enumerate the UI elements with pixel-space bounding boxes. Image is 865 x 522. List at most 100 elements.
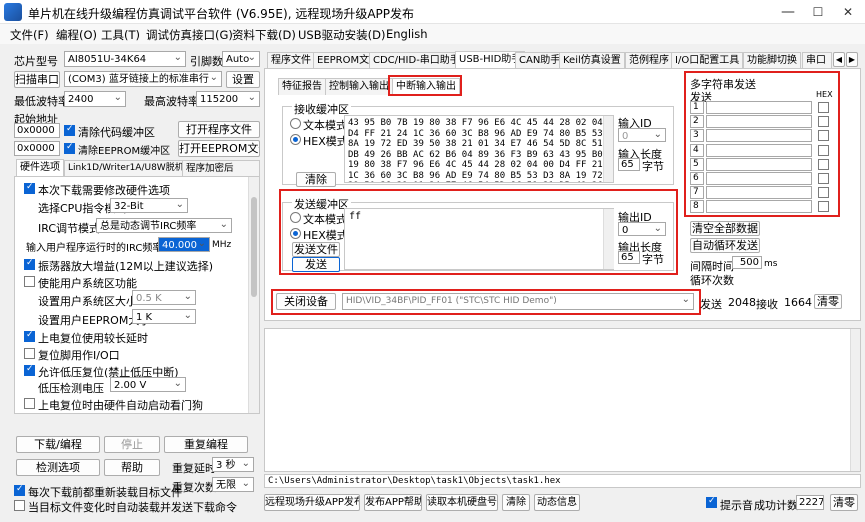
menu-debug[interactable]: 调试仿真接口(G) <box>146 27 233 43</box>
options-scrollbar[interactable] <box>248 177 259 413</box>
menu-tools[interactable]: 工具(T) <box>101 27 140 43</box>
input-length-input[interactable]: 65 <box>618 158 640 171</box>
menu-download[interactable]: 资料下载(D) <box>232 27 296 43</box>
wdt-checkbox[interactable] <box>24 398 35 409</box>
interval-input[interactable]: 500 <box>732 256 762 269</box>
maximize-button[interactable]: ☐ <box>803 2 833 22</box>
repeat-program-button[interactable]: 重复编程 <box>164 436 248 453</box>
clear-code-label: 清除代码缓冲区 <box>78 126 155 139</box>
tab-control-io[interactable]: 控制输入输出 <box>325 78 393 95</box>
auto-send-checkbox[interactable] <box>14 500 25 511</box>
tab-io-config[interactable]: I/O口配置工具 <box>671 52 744 69</box>
reload-each-label: 每次下载前都重新装载目标文件 <box>28 486 182 499</box>
min-baud-select[interactable]: 2400 <box>64 91 126 107</box>
clear-log-button[interactable]: 清除 <box>502 494 530 511</box>
max-baud-select[interactable]: 115200 <box>196 91 260 107</box>
lvd-select[interactable]: 2.00 V <box>110 377 186 392</box>
open-program-button[interactable]: 打开程序文件 <box>178 121 260 138</box>
detect-options-button[interactable]: 检测选项 <box>16 459 100 476</box>
log-area[interactable] <box>264 328 861 472</box>
scan-port-button[interactable]: 扫描串口 <box>14 71 60 88</box>
menu-program[interactable]: 编程(O) <box>56 27 97 43</box>
irc-mode-select[interactable]: 总是动态调节IRC频率 <box>96 218 232 233</box>
lvr-checkbox[interactable] <box>24 364 35 376</box>
clear-count-button[interactable]: 清零 <box>814 294 842 309</box>
close-button[interactable]: ✕ <box>833 2 863 22</box>
tab-offline[interactable]: Link1D/Writer1A/U8W脱机 <box>64 160 188 177</box>
log-scrollbar[interactable] <box>850 329 860 471</box>
remote-upgrade-button[interactable]: 远程现场升级APP发布 <box>264 494 360 511</box>
tab-examples[interactable]: 范例程序 <box>625 52 673 69</box>
repeat-count-select[interactable]: 无限 <box>212 477 254 492</box>
reset-io-label: 复位脚用作I/O口 <box>38 349 120 362</box>
user-system-label: 使能用户系统区功能 <box>38 277 137 290</box>
receive-buffer-textarea[interactable]: 43 95 B0 7B 19 80 38 F7 96 E6 4C 45 44 2… <box>344 115 614 183</box>
clear-all-button[interactable]: 清空全部数据 <box>690 221 760 236</box>
download-button[interactable]: 下载/编程 <box>16 436 100 453</box>
chip-select[interactable]: AI8051U-34K64 <box>64 51 186 67</box>
rx-hex-mode-radio[interactable] <box>290 134 301 145</box>
rx-hex-line: 39 50 38 21 01 34 E7 46 54 5D 8C 51 21 D… <box>348 181 613 182</box>
port-settings-button[interactable]: 设置 <box>226 71 260 88</box>
open-eeprom-button[interactable]: 打开EEPROM文件 <box>178 140 260 157</box>
auto-send-label: 当目标文件变化时自动装载并发送下载命令 <box>28 501 237 514</box>
pins-select[interactable]: Auto <box>222 51 260 67</box>
cpu-mode-select[interactable]: 32-Bit <box>110 198 188 213</box>
reinit-label: 本次下载需要修改硬件选项 <box>38 184 170 197</box>
read-disk-button[interactable]: 读取本机硬盘号 <box>426 494 498 511</box>
wdt-label: 上电复位时由硬件自动启动看门狗 <box>38 399 203 412</box>
menu-usb-driver[interactable]: USB驱动安装(D) <box>298 27 385 43</box>
zero-count-button[interactable]: 清零 <box>830 494 858 511</box>
user-system-checkbox[interactable] <box>24 276 35 287</box>
port-select[interactable]: (COM3) 蓝牙链接上的标准串行 <box>64 71 222 87</box>
tab-keil[interactable]: Keil仿真设置 <box>559 52 625 69</box>
tab-scroll-right[interactable]: ▶ <box>846 52 858 67</box>
tab-can[interactable]: CAN助手 <box>515 52 565 69</box>
rx-text-mode-radio[interactable] <box>290 118 301 129</box>
rx-hex-line: 19 80 38 F7 96 E6 4C 45 44 28 02 04 00 D… <box>348 160 614 170</box>
receive-hex-content: 43 95 B0 7B 19 80 38 F7 96 E6 4C 45 44 2… <box>348 118 614 182</box>
eeprom-address-input[interactable]: 0x0000 <box>14 141 60 156</box>
sys-size-select[interactable]: 0.5 K <box>132 290 196 305</box>
rx-text-mode-label: 文本模式 <box>303 119 347 132</box>
menu-bar: 文件(F) 编程(O) 工具(T) 调试仿真接口(G) 资料下载(D) USB驱… <box>0 24 865 44</box>
clear-code-checkbox[interactable] <box>64 124 75 136</box>
minimize-button[interactable]: — <box>773 2 803 22</box>
reinit-checkbox[interactable] <box>24 182 35 194</box>
repeat-delay-select[interactable]: 3 秒 <box>212 457 254 472</box>
menu-english[interactable]: English <box>386 27 428 41</box>
rx-clear-button[interactable]: 清除 <box>296 172 336 187</box>
input-id-select[interactable]: 0 <box>618 128 666 142</box>
tab-scroll-left[interactable]: ◀ <box>833 52 845 67</box>
osc-gain-checkbox[interactable] <box>24 258 35 270</box>
tab-feature-report[interactable]: 特征报告 <box>278 78 326 95</box>
tab-serial[interactable]: 串口 <box>802 52 832 69</box>
sys-size-label: 设置用户系统区大小 <box>38 295 137 308</box>
rx-scrollbar[interactable] <box>603 116 613 182</box>
irc-freq-input[interactable]: 40.000 <box>158 237 210 252</box>
recv-count-value: 1664 <box>784 296 812 309</box>
beep-checkbox[interactable] <box>706 496 717 508</box>
dynamic-info-button[interactable]: 动态信息 <box>534 494 580 511</box>
tab-encryption[interactable]: 程序加密后 <box>182 160 260 177</box>
tab-program-file[interactable]: 程序文件 <box>267 52 315 69</box>
chip-label: 芯片型号 <box>14 55 58 68</box>
stop-button[interactable]: 停止 <box>104 436 160 453</box>
auto-loop-send-button[interactable]: 自动循环发送 <box>690 238 760 253</box>
title-bar: 单片机在线升级编程仿真调试平台软件 (V6.95E), 远程现场升级APP发布 … <box>0 0 865 24</box>
scroll-thumb[interactable] <box>251 197 257 297</box>
code-address-input[interactable]: 0x0000 <box>14 123 60 138</box>
menu-file[interactable]: 文件(F) <box>10 27 49 43</box>
highlight-send-buffer <box>279 189 678 275</box>
tab-hardware-options[interactable]: 硬件选项 <box>16 159 64 177</box>
eeprom-size-select[interactable]: 1 K <box>132 309 196 324</box>
reset-io-checkbox[interactable] <box>24 348 35 359</box>
publish-help-button[interactable]: 发布APP帮助 <box>364 494 422 511</box>
long-reset-checkbox[interactable] <box>24 330 35 342</box>
tab-cdc-hid[interactable]: CDC/HID-串口助手 <box>369 52 464 69</box>
tab-pin-switch[interactable]: 功能脚切换 <box>743 52 801 69</box>
pins-label: 引脚数 <box>190 55 223 68</box>
help-button[interactable]: 帮助 <box>104 459 160 476</box>
reload-each-checkbox[interactable] <box>14 484 25 496</box>
clear-eeprom-checkbox[interactable] <box>64 142 75 154</box>
